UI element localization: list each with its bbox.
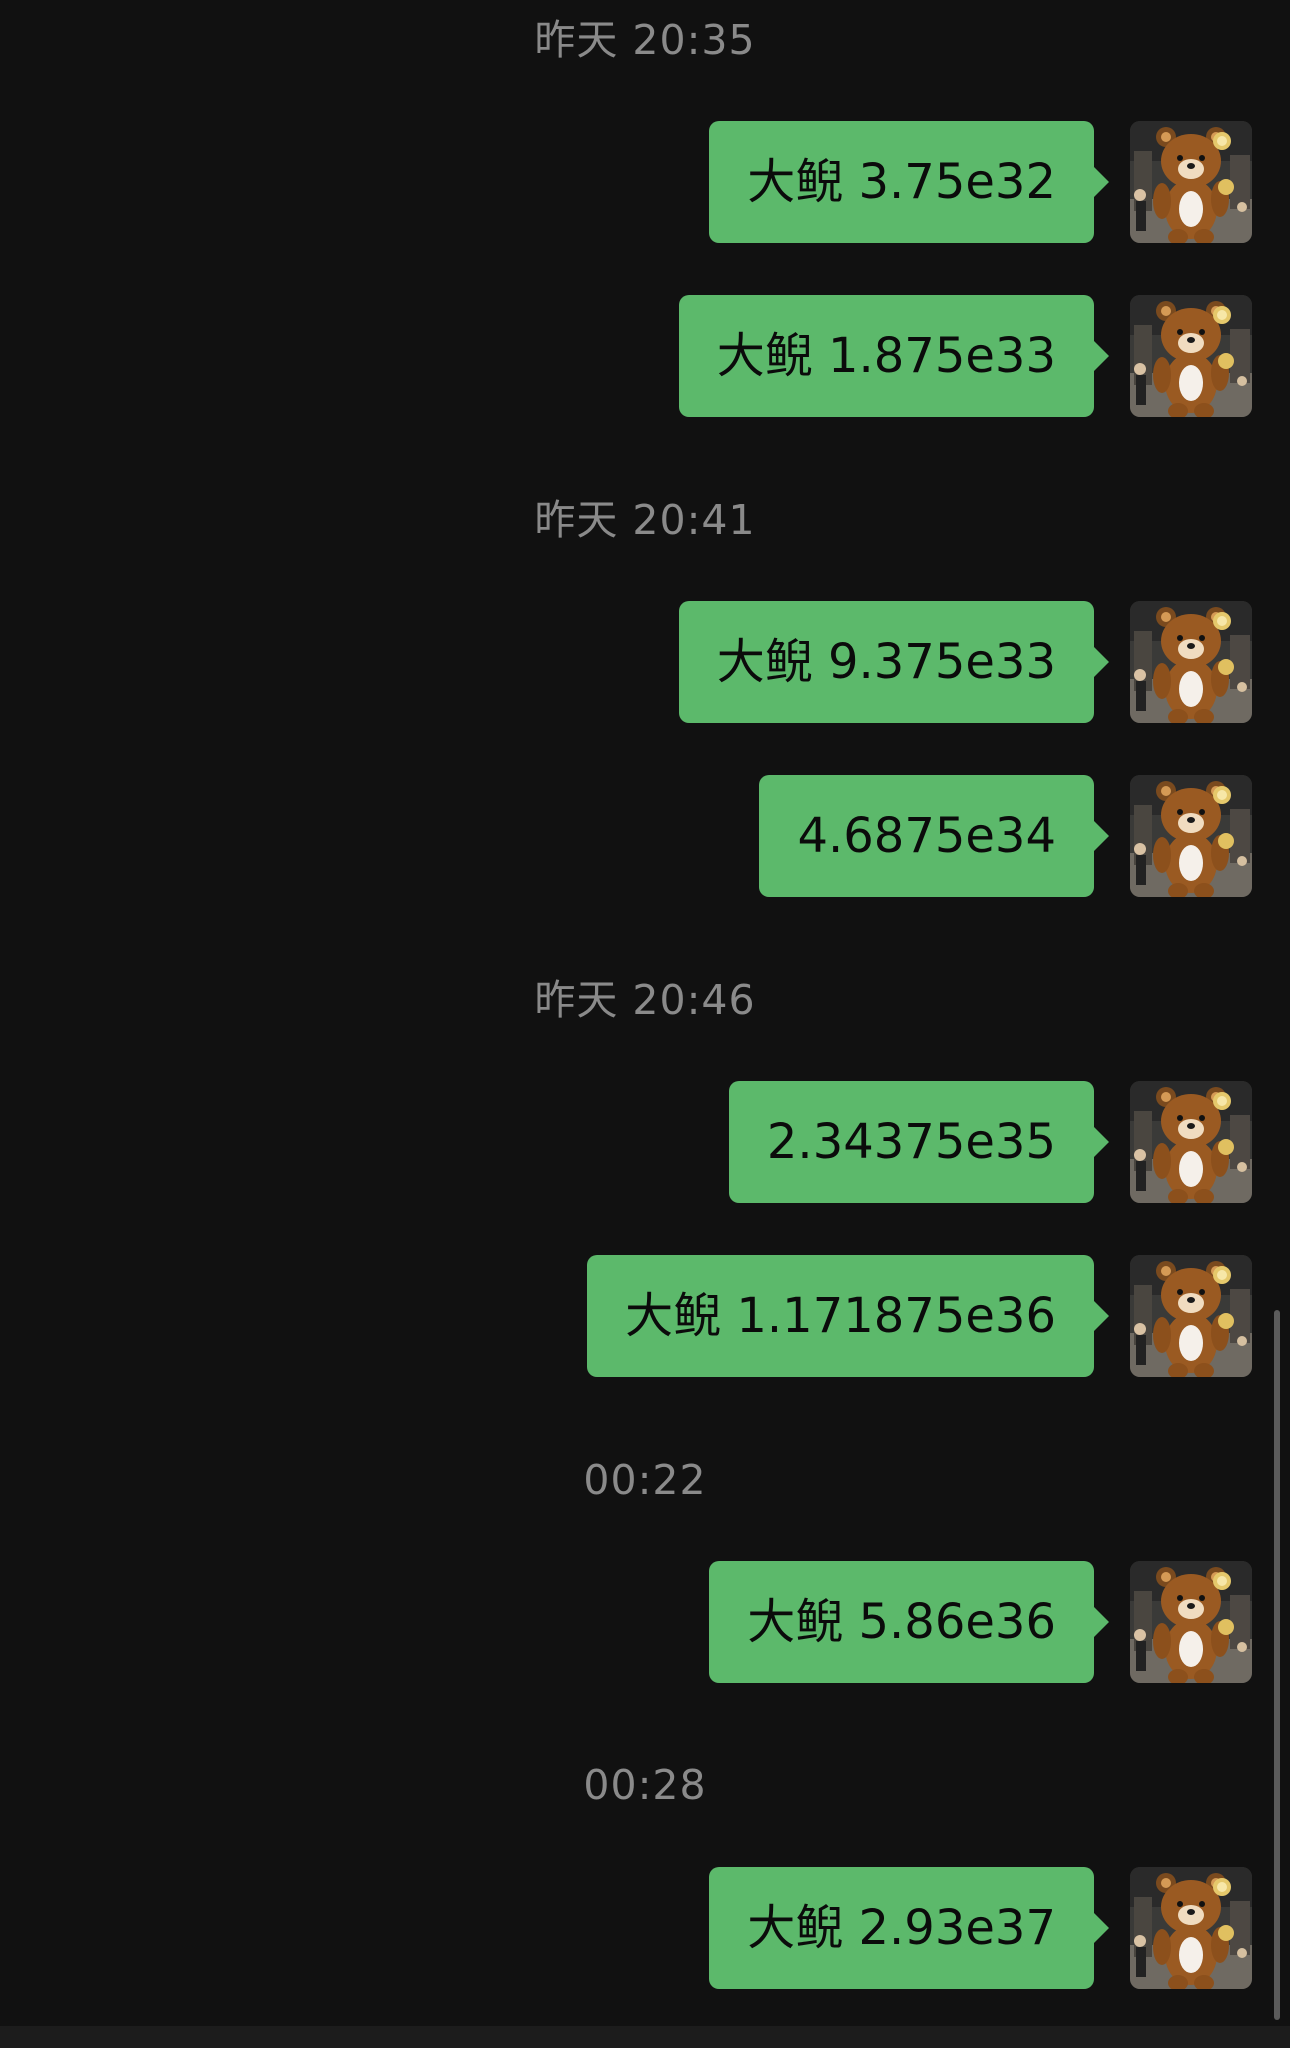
message-bubble[interactable]: 大鲵 2.93e37 [709, 1867, 1109, 1989]
bear-avatar-icon[interactable] [1130, 1867, 1252, 1989]
message-row: 大鲵 2.93e37 [0, 1867, 1290, 1989]
message-row: 大鲵 5.86e36 [0, 1561, 1290, 1683]
message-bubble[interactable]: 大鲵 3.75e32 [709, 121, 1109, 243]
message-bubble[interactable]: 大鲵 9.375e33 [678, 601, 1110, 723]
bear-avatar-icon[interactable] [1130, 1561, 1252, 1683]
timestamp: 00:28 [583, 1761, 707, 1809]
message-row: 大鲵 1.875e33 [0, 295, 1290, 417]
message-row: 大鲵 3.75e32 [0, 121, 1290, 243]
bear-avatar-icon[interactable] [1130, 601, 1252, 723]
timestamp: 昨天 20:46 [534, 976, 756, 1024]
scrollbar[interactable] [1274, 1310, 1280, 2020]
input-bar-edge [0, 2026, 1290, 2048]
timestamp: 00:22 [583, 1456, 707, 1504]
message-bubble[interactable]: 大鲵 1.171875e36 [587, 1255, 1109, 1377]
message-bubble[interactable]: 2.34375e35 [728, 1081, 1110, 1203]
chat-view[interactable]: 昨天 20:35 大鲵 3.75e32 大鲵 1.875e33 昨天 20:41… [0, 0, 1290, 2026]
bear-avatar-icon[interactable] [1130, 295, 1252, 417]
message-bubble[interactable]: 大鲵 5.86e36 [709, 1561, 1109, 1683]
bear-avatar-icon[interactable] [1130, 1255, 1252, 1377]
timestamp: 昨天 20:35 [534, 16, 756, 64]
message-row: 大鲵 1.171875e36 [0, 1255, 1290, 1377]
message-bubble[interactable]: 4.6875e34 [759, 775, 1109, 897]
bear-avatar-icon[interactable] [1130, 1081, 1252, 1203]
bear-avatar-icon[interactable] [1130, 775, 1252, 897]
message-bubble[interactable]: 大鲵 1.875e33 [678, 295, 1110, 417]
bear-avatar-icon[interactable] [1130, 121, 1252, 243]
message-row: 4.6875e34 [0, 775, 1290, 897]
message-row: 2.34375e35 [0, 1081, 1290, 1203]
timestamp: 昨天 20:41 [534, 496, 756, 544]
message-row: 大鲵 9.375e33 [0, 601, 1290, 723]
